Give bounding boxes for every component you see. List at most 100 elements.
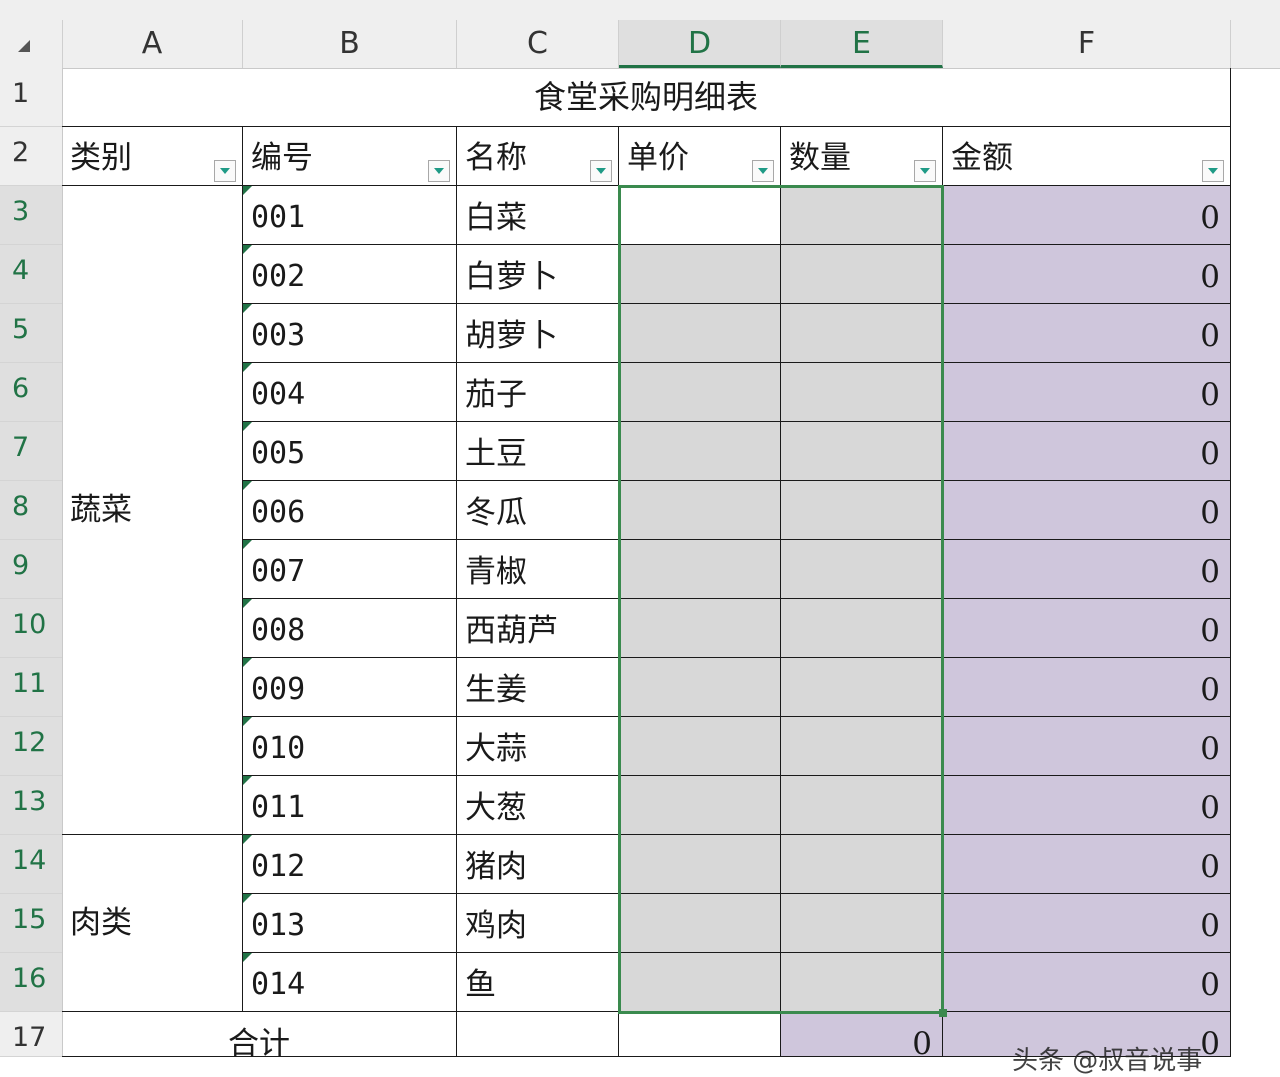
- code-cell[interactable]: 007: [243, 540, 457, 599]
- name-cell[interactable]: 猪肉: [457, 835, 619, 894]
- header-name[interactable]: 名称: [457, 127, 619, 186]
- price-cell-active[interactable]: [619, 186, 781, 245]
- column-header-d[interactable]: D: [619, 20, 781, 68]
- amount-cell[interactable]: 0: [943, 894, 1231, 953]
- name-cell[interactable]: 大葱: [457, 776, 619, 835]
- name-cell[interactable]: 胡萝卜: [457, 304, 619, 363]
- name-cell[interactable]: 大蒜: [457, 717, 619, 776]
- header-code[interactable]: 编号: [243, 127, 457, 186]
- price-cell[interactable]: [619, 953, 781, 1012]
- filter-dropdown-icon[interactable]: [214, 160, 236, 182]
- sheet-title-cell[interactable]: 食堂采购明细表: [62, 68, 1231, 127]
- header-amount[interactable]: 金额: [943, 127, 1231, 186]
- qty-cell[interactable]: [781, 658, 943, 717]
- price-cell[interactable]: [619, 658, 781, 717]
- amount-cell[interactable]: 0: [943, 717, 1231, 776]
- code-cell[interactable]: 008: [243, 599, 457, 658]
- qty-cell[interactable]: [781, 363, 943, 422]
- qty-cell[interactable]: [781, 835, 943, 894]
- code-cell[interactable]: 012: [243, 835, 457, 894]
- code-cell[interactable]: 013: [243, 894, 457, 953]
- amount-cell[interactable]: 0: [943, 540, 1231, 599]
- amount-cell[interactable]: 0: [943, 422, 1231, 481]
- name-cell[interactable]: 土豆: [457, 422, 619, 481]
- amount-cell[interactable]: 0: [943, 245, 1231, 304]
- row-header[interactable]: 14: [0, 835, 62, 894]
- select-all-corner[interactable]: [0, 20, 63, 68]
- amount-cell[interactable]: 0: [943, 481, 1231, 540]
- filter-dropdown-icon[interactable]: [914, 160, 936, 182]
- row-header[interactable]: 15: [0, 894, 62, 953]
- price-cell[interactable]: [619, 304, 781, 363]
- amount-cell[interactable]: 0: [943, 363, 1231, 422]
- name-cell[interactable]: 鸡肉: [457, 894, 619, 953]
- name-cell[interactable]: 茄子: [457, 363, 619, 422]
- row-header[interactable]: 3: [0, 186, 62, 245]
- row-header[interactable]: 6: [0, 363, 62, 422]
- qty-cell[interactable]: [781, 186, 943, 245]
- code-cell[interactable]: 010: [243, 717, 457, 776]
- filter-dropdown-icon[interactable]: [752, 160, 774, 182]
- header-qty[interactable]: 数量: [781, 127, 943, 186]
- code-cell[interactable]: 001: [243, 186, 457, 245]
- code-cell[interactable]: 004: [243, 363, 457, 422]
- filter-dropdown-icon[interactable]: [590, 160, 612, 182]
- code-cell[interactable]: 006: [243, 481, 457, 540]
- category-cell-veg[interactable]: 蔬菜: [62, 186, 243, 835]
- row-header[interactable]: 11: [0, 658, 62, 717]
- price-cell[interactable]: [619, 717, 781, 776]
- name-cell[interactable]: 白萝卜: [457, 245, 619, 304]
- row-header[interactable]: 7: [0, 422, 62, 481]
- amount-cell[interactable]: 0: [943, 953, 1231, 1012]
- qty-cell[interactable]: [781, 422, 943, 481]
- code-cell[interactable]: 009: [243, 658, 457, 717]
- qty-cell[interactable]: [781, 304, 943, 363]
- price-cell[interactable]: [619, 599, 781, 658]
- qty-cell[interactable]: [781, 953, 943, 1012]
- row-header[interactable]: 12: [0, 717, 62, 776]
- price-cell[interactable]: [619, 363, 781, 422]
- name-cell[interactable]: 生姜: [457, 658, 619, 717]
- code-cell[interactable]: 011: [243, 776, 457, 835]
- total-price-cell[interactable]: [619, 1012, 781, 1057]
- price-cell[interactable]: [619, 422, 781, 481]
- price-cell[interactable]: [619, 540, 781, 599]
- qty-cell[interactable]: [781, 776, 943, 835]
- row-header[interactable]: 2: [0, 127, 62, 186]
- header-category[interactable]: 类别: [62, 127, 243, 186]
- column-header-c[interactable]: C: [457, 20, 619, 68]
- category-cell-meat[interactable]: 肉类: [62, 835, 243, 1012]
- column-header-f[interactable]: F: [943, 20, 1231, 68]
- filter-dropdown-icon[interactable]: [1202, 160, 1224, 182]
- header-price[interactable]: 单价: [619, 127, 781, 186]
- column-header-a[interactable]: A: [62, 20, 243, 68]
- row-header[interactable]: 4: [0, 245, 62, 304]
- amount-cell[interactable]: 0: [943, 658, 1231, 717]
- price-cell[interactable]: [619, 245, 781, 304]
- amount-cell[interactable]: 0: [943, 835, 1231, 894]
- row-header[interactable]: 13: [0, 776, 62, 835]
- amount-cell[interactable]: 0: [943, 304, 1231, 363]
- row-header[interactable]: 5: [0, 304, 62, 363]
- row-header[interactable]: 8: [0, 481, 62, 540]
- name-cell[interactable]: 西葫芦: [457, 599, 619, 658]
- price-cell[interactable]: [619, 776, 781, 835]
- qty-cell[interactable]: [781, 245, 943, 304]
- column-header-b[interactable]: B: [243, 20, 457, 68]
- row-header[interactable]: 9: [0, 540, 62, 599]
- code-cell[interactable]: 014: [243, 953, 457, 1012]
- filter-dropdown-icon[interactable]: [428, 160, 450, 182]
- amount-cell[interactable]: 0: [943, 186, 1231, 245]
- qty-cell[interactable]: [781, 599, 943, 658]
- row-header[interactable]: 16: [0, 953, 62, 1012]
- amount-cell[interactable]: 0: [943, 599, 1231, 658]
- amount-cell[interactable]: 0: [943, 776, 1231, 835]
- name-cell[interactable]: 青椒: [457, 540, 619, 599]
- qty-cell[interactable]: [781, 717, 943, 776]
- price-cell[interactable]: [619, 481, 781, 540]
- code-cell[interactable]: 005: [243, 422, 457, 481]
- fill-handle[interactable]: [939, 1009, 947, 1017]
- qty-cell[interactable]: [781, 894, 943, 953]
- name-cell[interactable]: 冬瓜: [457, 481, 619, 540]
- code-cell[interactable]: 003: [243, 304, 457, 363]
